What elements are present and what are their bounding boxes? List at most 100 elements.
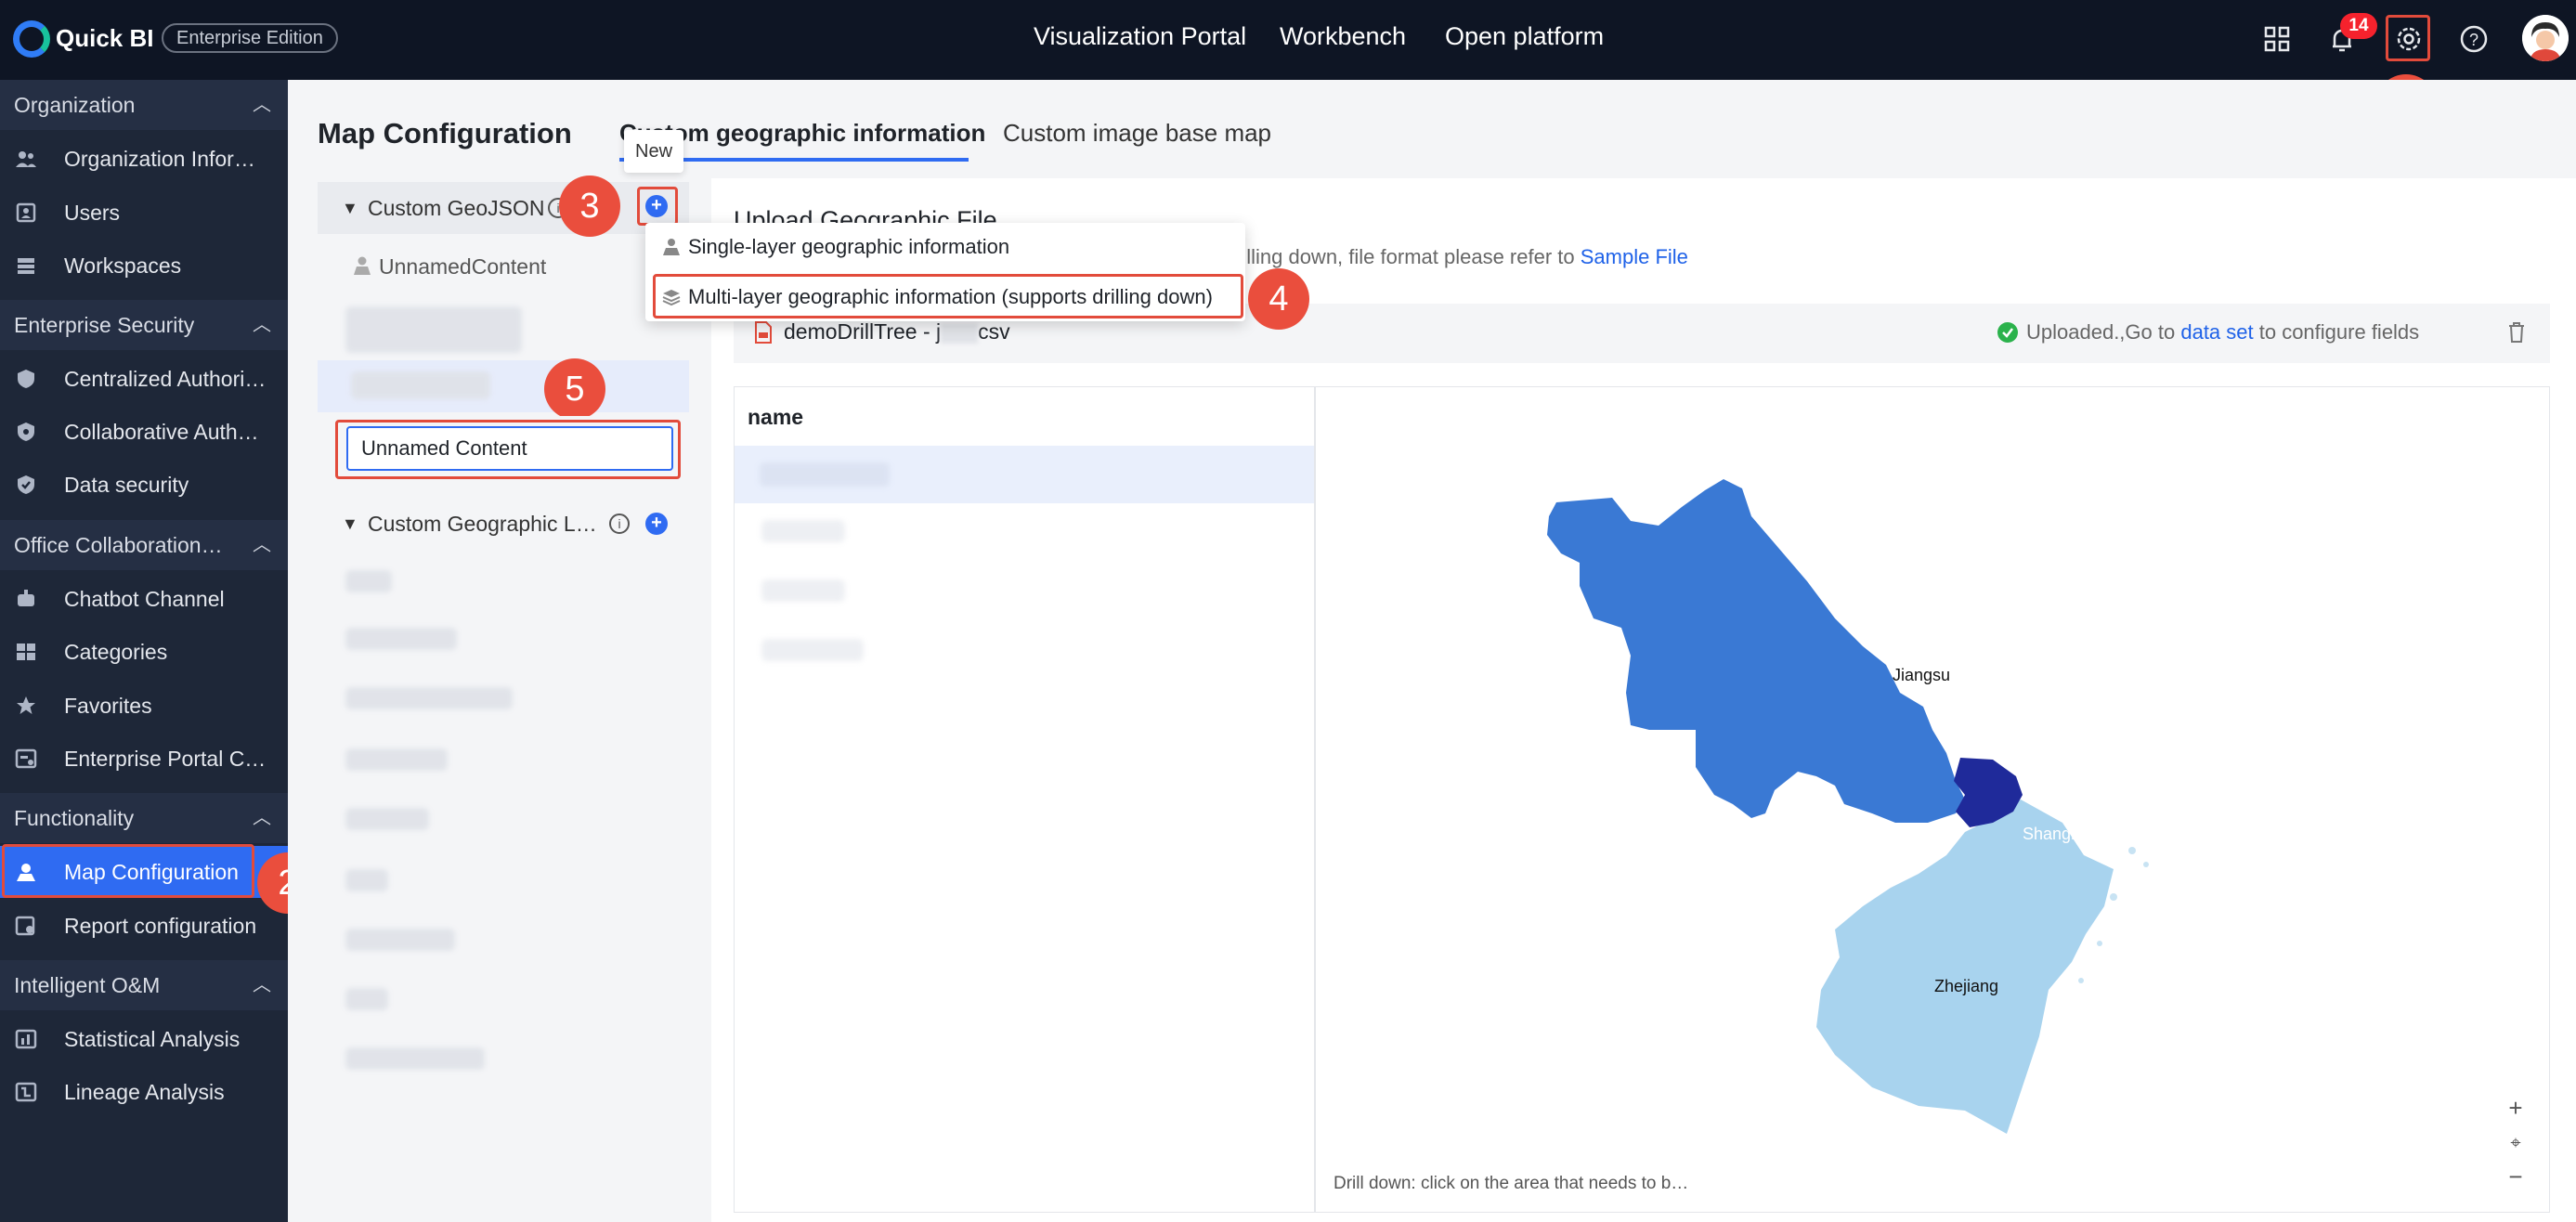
tree-group-custom-geojson[interactable]: ▼ Custom GeoJSON <box>318 182 689 234</box>
map-label-shanghai: Shanghai <box>2023 825 2094 843</box>
top-bar: Quick BI Enterprise Edition Visualizatio… <box>0 0 2576 80</box>
quickbi-logo-icon <box>13 20 50 58</box>
sidebar-group-enterprise-security[interactable]: Enterprise Security ︿ <box>0 300 288 350</box>
portal-icon <box>15 748 37 769</box>
shield-check-icon <box>18 475 34 494</box>
sidebar-item-data-security[interactable]: Data security <box>0 459 288 511</box>
chevron-up-icon: ︿ <box>253 808 271 828</box>
caret-down-icon: ▼ <box>342 199 358 217</box>
csv-file-icon <box>755 321 772 344</box>
shield-icon <box>18 370 34 388</box>
nav-open-platform[interactable]: Open platform <box>1445 22 1604 51</box>
sidebar-item-centralized-authorization[interactable]: Centralized Authori… <box>0 353 288 405</box>
tree-item-unnamed-content[interactable]: UnnamedContent <box>379 254 546 280</box>
blurred-item <box>345 869 388 891</box>
shield-lock-icon <box>18 422 34 441</box>
map-footer-hint: Drill down: click on the area that needs… <box>1334 1174 1689 1193</box>
new-geo-layer-button[interactable]: + <box>645 513 668 535</box>
sidebar-item-collaborative-authorization[interactable]: Collaborative Auth… <box>0 406 288 458</box>
blurred-item <box>345 929 455 951</box>
blurred-item <box>345 748 448 771</box>
blurred-item <box>351 371 490 399</box>
lineage-icon <box>15 1082 37 1102</box>
table-header-name: name <box>748 405 804 429</box>
map-label-jiangsu: Jiangsu <box>1893 666 1951 684</box>
success-check-icon <box>1997 322 2018 343</box>
organization-icon <box>16 151 36 167</box>
data-set-link[interactable]: data set <box>2180 320 2253 344</box>
sidebar-item-users[interactable]: Users <box>0 187 288 239</box>
sidebar-group-organization[interactable]: Organization ︿ <box>0 80 288 130</box>
chevron-up-icon: ︿ <box>253 95 271 115</box>
sidebar-item-workspaces[interactable]: Workspaces <box>0 240 288 292</box>
geo-table-panel <box>734 386 1315 1213</box>
map-region-jiangsu[interactable] <box>1547 479 1965 823</box>
step-4-marker: 4 <box>1248 268 1309 330</box>
sample-file-link[interactable]: Sample File <box>1581 245 1688 268</box>
help-icon[interactable]: ? <box>2453 19 2494 59</box>
star-icon <box>17 696 35 714</box>
bar-chart-icon <box>15 1029 37 1049</box>
blurred-item <box>761 579 845 602</box>
sidebar-group-functionality[interactable]: Functionality ︿ <box>0 793 288 843</box>
chevron-up-icon: ︿ <box>253 315 271 335</box>
zoom-out-button[interactable]: − <box>2502 1161 2530 1192</box>
file-name: demoDrillTree - j csv <box>784 319 1010 344</box>
blurred-item <box>761 639 864 661</box>
sidebar-item-categories[interactable]: Categories <box>0 626 288 678</box>
blurred-item <box>345 687 513 709</box>
map-label-zhejiang: Zhejiang <box>1934 977 1999 995</box>
highlight-multi-layer-box <box>653 274 1243 318</box>
map-region-zhejiang[interactable] <box>1816 800 2114 1134</box>
sidebar-item-lineage-analysis[interactable]: Lineage Analysis <box>0 1066 288 1118</box>
geo-item-icon <box>354 256 371 275</box>
sidebar-group-intelligent-om[interactable]: Intelligent O&M ︿ <box>0 960 288 1010</box>
sidebar-item-chatbot-channel[interactable]: Chatbot Channel <box>0 573 288 625</box>
locate-icon[interactable]: ⌖ <box>2502 1127 2530 1159</box>
blurred-item <box>345 988 388 1010</box>
upload-hint: rilling down, file format please refer t… <box>1235 245 1688 268</box>
caret-down-icon: ▼ <box>342 514 358 533</box>
region-map <box>1547 479 2149 1134</box>
blurred-item <box>345 808 429 830</box>
sidebar-group-office-collaboration[interactable]: Office Collaboration… ︿ <box>0 520 288 570</box>
sidebar-item-enterprise-portal[interactable]: Enterprise Portal C… <box>0 733 288 785</box>
highlight-gear-box <box>2386 15 2430 61</box>
blurred-item <box>761 520 845 542</box>
nav-visualization-portal[interactable]: Visualization Portal <box>1034 22 1246 51</box>
user-card-icon <box>16 202 36 223</box>
step-3-marker: 3 <box>559 176 620 237</box>
blurred-item <box>760 462 890 487</box>
sidebar-item-statistical-analysis[interactable]: Statistical Analysis <box>0 1013 288 1065</box>
edition-badge: Enterprise Edition <box>162 23 338 53</box>
notification-count-badge: 14 <box>2340 13 2377 39</box>
user-avatar[interactable] <box>2522 15 2569 61</box>
svg-text:?: ? <box>2469 31 2478 49</box>
tab-custom-image-base-map[interactable]: Custom image base map <box>1003 119 1271 148</box>
blurred-item <box>345 306 522 353</box>
delete-trash-icon[interactable] <box>2507 321 2526 344</box>
blurred-item <box>345 628 457 650</box>
step-5-marker: 5 <box>544 358 605 420</box>
highlight-new-button-box <box>637 187 678 226</box>
highlight-map-config-box <box>2 844 254 898</box>
chatbot-icon <box>18 590 34 606</box>
blurred-item <box>345 570 392 592</box>
info-icon[interactable]: i <box>609 514 630 534</box>
app-name: Quick BI <box>56 24 154 52</box>
sidebar-item-favorites[interactable]: Favorites <box>0 680 288 732</box>
highlight-input-box <box>335 420 681 479</box>
sidebar-item-report-configuration[interactable]: Report configuration <box>0 900 288 952</box>
categories-icon <box>17 644 35 660</box>
menu-item-single-layer[interactable]: Single-layer geographic information <box>645 223 1245 271</box>
zoom-in-button[interactable]: + <box>2502 1092 2530 1124</box>
sidebar-item-organization-info[interactable]: Organization Infor… <box>0 133 288 185</box>
chevron-up-icon: ︿ <box>253 975 271 995</box>
tree-group-custom-geographic-layer[interactable]: ▼ Custom Geographic L… <box>318 498 689 550</box>
nav-workbench[interactable]: Workbench <box>1280 22 1406 51</box>
upload-status: Uploaded.,Go to data set to configure fi… <box>2026 320 2420 344</box>
apps-grid-icon[interactable] <box>2257 19 2297 59</box>
chevron-up-icon: ︿ <box>253 535 271 555</box>
single-layer-icon <box>663 239 680 255</box>
blurred-item <box>345 1047 485 1070</box>
